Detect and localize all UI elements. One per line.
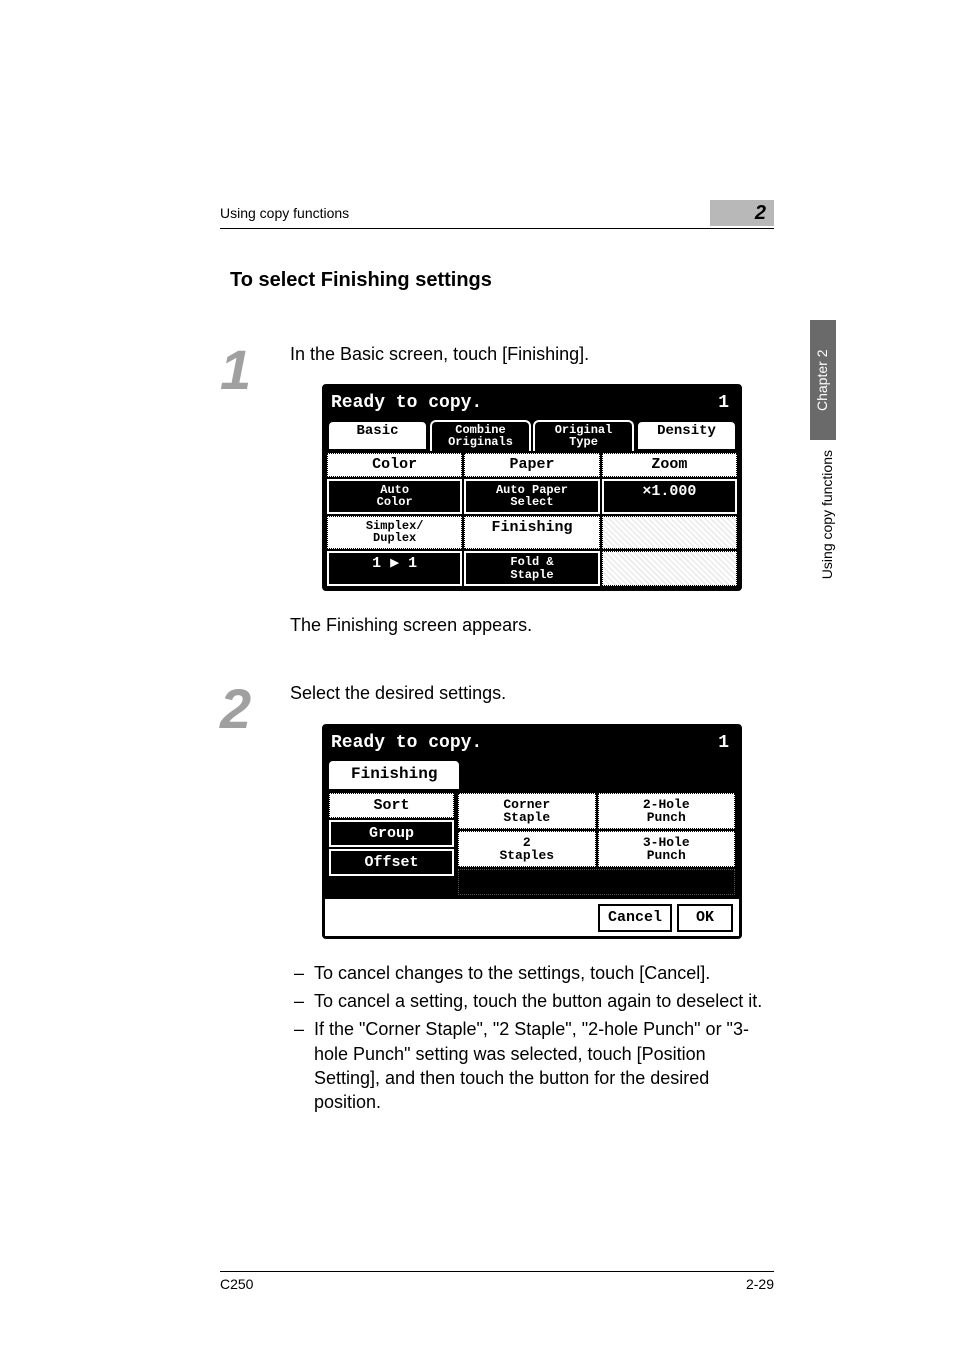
page-footer: C250 2-29: [220, 1271, 774, 1292]
btn-auto-paper[interactable]: Auto Paper Select: [464, 479, 599, 514]
tab-combine-originals[interactable]: Combine Originals: [430, 420, 531, 451]
btn-2hole-punch[interactable]: 2-Hole Punch: [598, 793, 736, 829]
chapter-number-box: 2: [710, 200, 774, 226]
empty-cell-2: [602, 551, 737, 586]
btn-cancel[interactable]: Cancel: [598, 904, 672, 932]
step-number-1: 1: [220, 342, 290, 655]
lcd-screenshot-finishing: Ready to copy. 1 Finishing Sort Group Of…: [322, 724, 742, 939]
btn-paper[interactable]: Paper: [464, 453, 599, 477]
btn-finishing[interactable]: Finishing: [464, 516, 599, 549]
step-1: 1 In the Basic screen, touch [Finishing]…: [220, 342, 774, 655]
page-title: To select Finishing settings: [230, 269, 774, 292]
btn-zoom[interactable]: Zoom: [602, 453, 737, 477]
footer-model: C250: [220, 1276, 253, 1292]
tab-original-type[interactable]: Original Type: [533, 420, 634, 451]
btn-fold-staple[interactable]: Fold & Staple: [464, 551, 599, 586]
step-2-notes: To cancel changes to the settings, touch…: [290, 961, 774, 1115]
btn-offset[interactable]: Offset: [329, 849, 454, 876]
lcd-copy-count: 1: [708, 387, 739, 419]
position-setting-area: [458, 869, 735, 895]
btn-corner-staple[interactable]: Corner Staple: [458, 793, 596, 829]
btn-sort[interactable]: Sort: [329, 793, 454, 818]
lcd-screenshot-basic: Ready to copy. 1 Basic Combine Originals…: [322, 384, 742, 591]
step-1-after-text: The Finishing screen appears.: [290, 613, 774, 637]
btn-group[interactable]: Group: [329, 820, 454, 847]
btn-simplex-duplex[interactable]: Simplex/ Duplex: [327, 516, 462, 549]
breadcrumb: Using copy functions: [220, 205, 349, 221]
lcd-status-2: Ready to copy.: [325, 727, 708, 759]
step-2: 2 Select the desired settings. Ready to …: [220, 681, 774, 1118]
btn-2-staples[interactable]: 2 Staples: [458, 831, 596, 867]
note-2: To cancel a setting, touch the button ag…: [294, 989, 774, 1013]
empty-cell-1: [602, 516, 737, 549]
btn-color[interactable]: Color: [327, 453, 462, 477]
tab-density[interactable]: Density: [636, 420, 737, 451]
btn-3hole-punch[interactable]: 3-Hole Punch: [598, 831, 736, 867]
side-tab-section: Using copy functions: [819, 450, 835, 579]
tab-basic[interactable]: Basic: [327, 420, 428, 451]
btn-zoom-value[interactable]: ×1.000: [602, 479, 737, 514]
lcd-status: Ready to copy.: [325, 387, 708, 419]
footer-page: 2-29: [746, 1276, 774, 1292]
btn-auto-color[interactable]: Auto Color: [327, 479, 462, 514]
page-header: Using copy functions 2: [220, 200, 774, 229]
btn-simplex-value[interactable]: 1 ▶ 1: [327, 551, 462, 586]
step-number-2: 2: [220, 681, 290, 1118]
side-tab-chapter: Chapter 2: [810, 320, 836, 440]
note-3: If the "Corner Staple", "2 Staple", "2-h…: [294, 1017, 774, 1114]
tab-finishing[interactable]: Finishing: [327, 759, 461, 789]
note-1: To cancel changes to the settings, touch…: [294, 961, 774, 985]
btn-ok[interactable]: OK: [677, 904, 733, 932]
lcd-copy-count-2: 1: [708, 727, 739, 759]
step-2-text: Select the desired settings.: [290, 681, 774, 705]
step-1-text: In the Basic screen, touch [Finishing].: [290, 342, 774, 366]
